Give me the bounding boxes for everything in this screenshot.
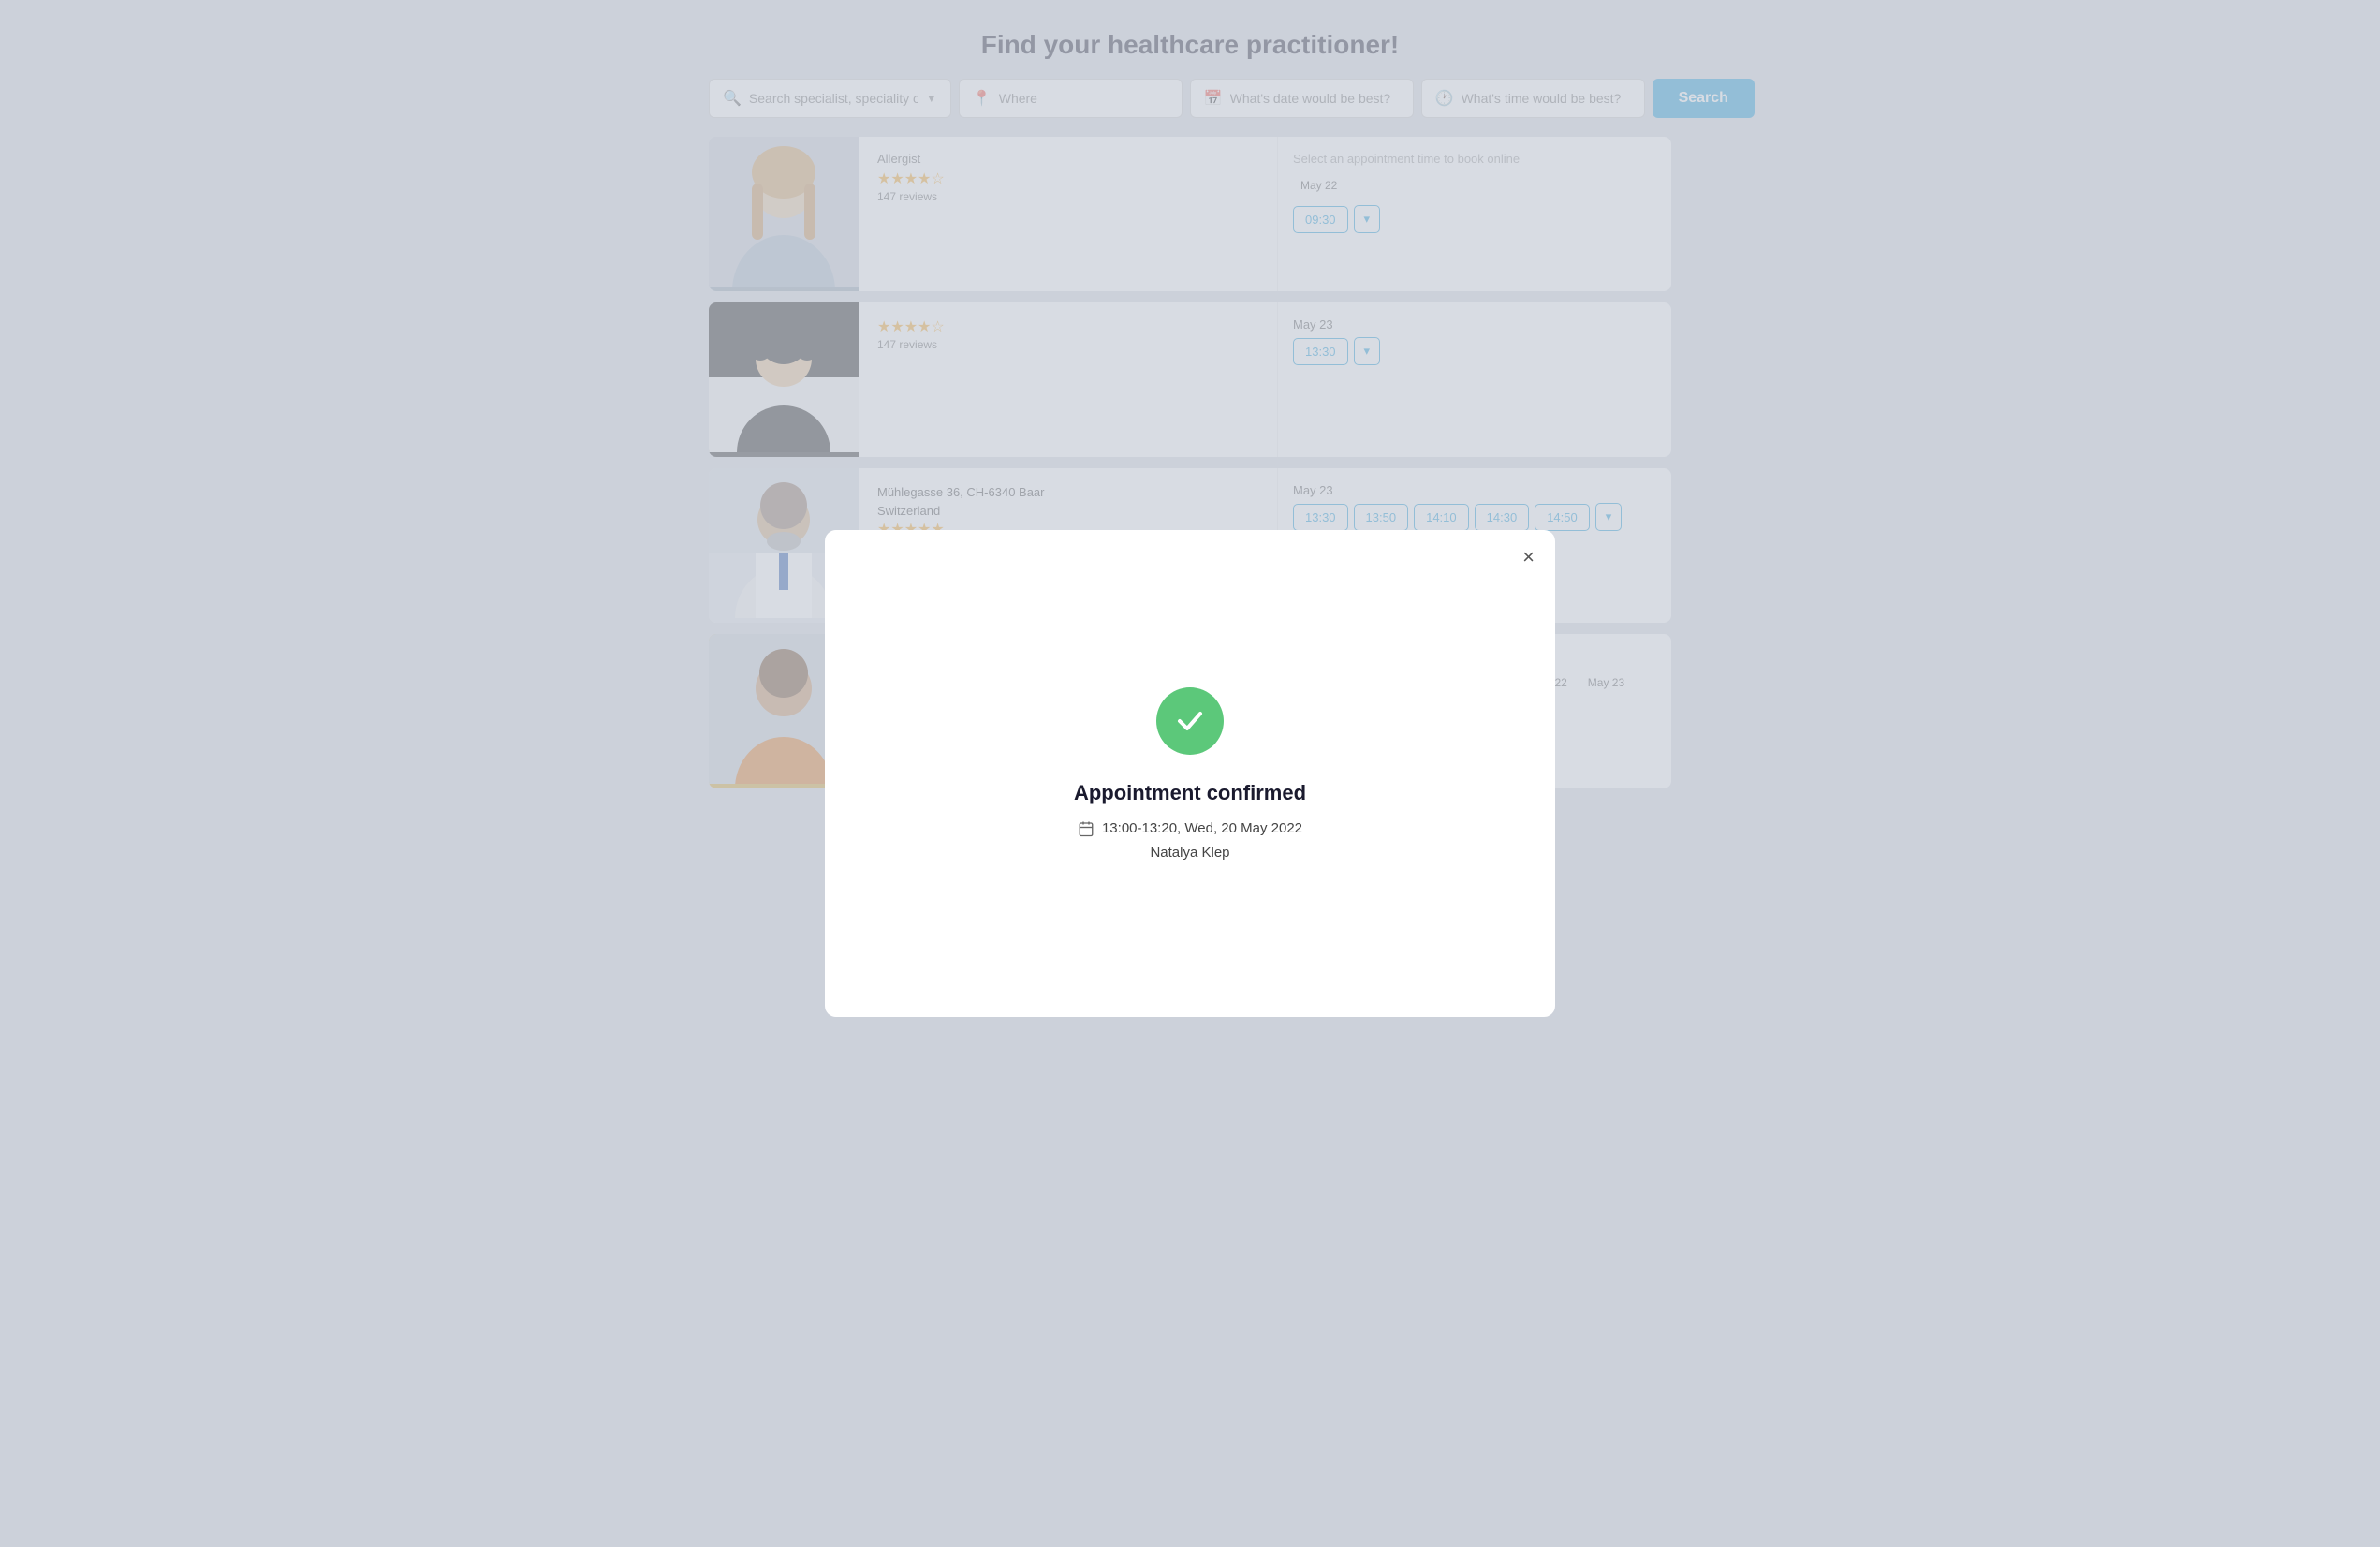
confirmation-modal: × Appointment confirmed 13:00-13:20, Wed… — [825, 530, 1555, 1017]
calendar-icon — [1078, 820, 1095, 837]
success-icon — [1156, 687, 1224, 755]
appointment-datetime: 13:00-13:20, Wed, 20 May 2022 — [1102, 820, 1302, 836]
modal-patient-name: Natalya Klep — [1150, 845, 1229, 861]
modal-overlay: × Appointment confirmed 13:00-13:20, Wed… — [0, 0, 2380, 1547]
modal-title: Appointment confirmed — [1074, 781, 1306, 805]
modal-datetime: 13:00-13:20, Wed, 20 May 2022 — [1078, 820, 1302, 837]
modal-close-button[interactable]: × — [1522, 547, 1535, 567]
